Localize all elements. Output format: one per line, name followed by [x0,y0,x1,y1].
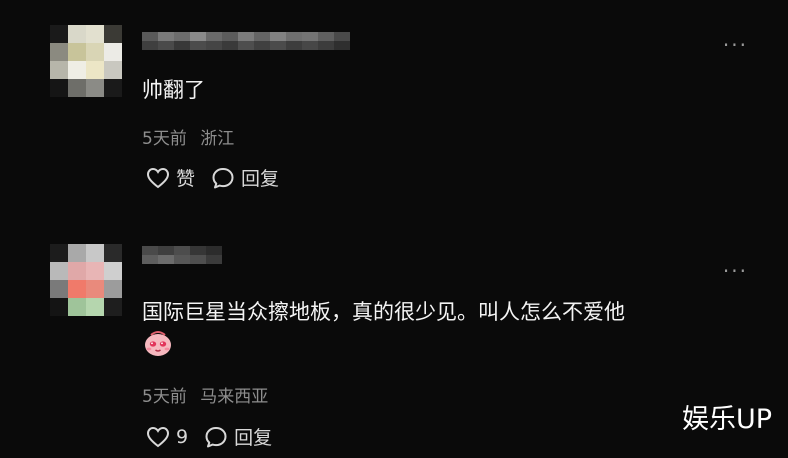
comment-actions: 赞 回复 [146,164,279,191]
like-label: 赞 [176,168,196,190]
username-blurred[interactable] [142,246,222,264]
comment-item: ··· 国际巨星当众擦地板，真的很少见。叫人怎么不爱他 5天前 马来西亚 9 回… [0,230,788,458]
comment-item: ··· 帅翻了 5天前 浙江 赞 回复 [0,0,788,215]
blushing-face-emoji-icon [145,331,171,356]
reply-label: 回复 [241,168,280,190]
speech-bubble-icon [205,426,227,447]
more-icon[interactable]: ··· [723,35,748,55]
reply-button[interactable]: 回复 [211,164,279,191]
comment-time: 5天前 [142,387,187,407]
comment-text: 国际巨星当众擦地板，真的很少见。叫人怎么不爱他 [142,300,625,324]
comment-time: 5天前 [142,129,187,149]
more-icon[interactable]: ··· [723,261,748,281]
avatar[interactable] [50,25,122,97]
comment-meta: 5天前 浙江 [142,124,234,149]
heart-icon [146,426,170,447]
heart-icon [146,167,170,188]
watermark: 娱乐UP [681,404,772,435]
comment-meta: 5天前 马来西亚 [142,382,268,407]
avatar[interactable] [50,244,122,316]
like-count: 9 [176,425,189,448]
speech-bubble-icon [212,167,234,188]
comment-text: 帅翻了 [142,78,205,102]
like-button[interactable]: 赞 [146,164,195,191]
reply-button[interactable]: 回复 [204,423,272,450]
comment-location: 马来西亚 [200,387,269,407]
username-blurred[interactable] [142,32,350,50]
comment-location: 浙江 [200,129,235,149]
comment-actions: 9 回复 [146,423,272,450]
like-button[interactable]: 9 [146,426,188,448]
reply-label: 回复 [234,427,273,449]
